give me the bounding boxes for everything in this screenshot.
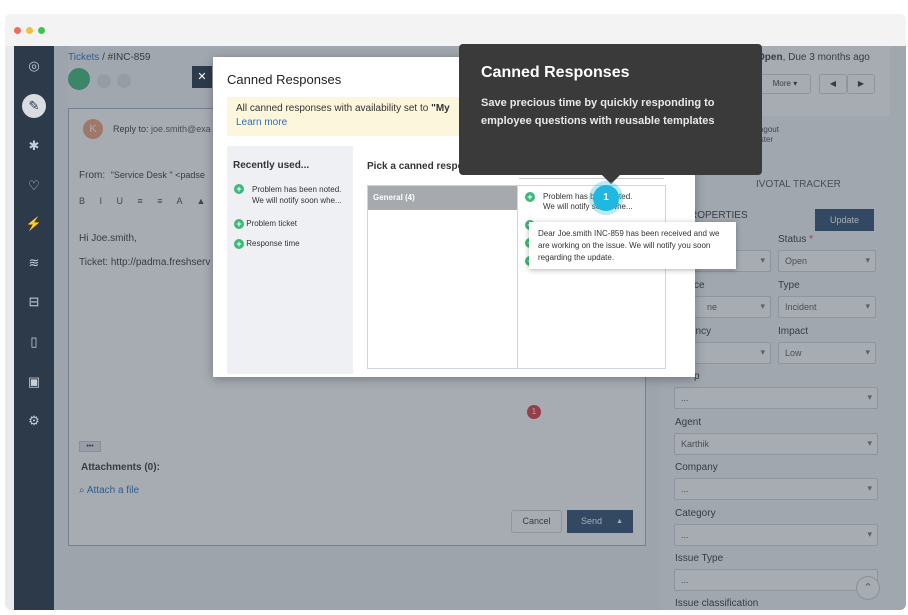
recent-item[interactable]: + Problem ticket [234,219,297,229]
close-dot[interactable] [14,27,21,34]
add-icon: + [525,192,535,202]
tickets-icon[interactable]: ✎ [22,94,46,118]
recently-used-heading: Recently used... [233,160,310,171]
tooltip-body: Save precious time by quickly responding… [481,97,715,127]
settings-icon[interactable]: ⚙ [24,411,44,431]
inbox-icon[interactable]: ⊟ [24,292,44,312]
recently-used-panel: Recently used... + Problem has been note… [227,146,353,374]
coachmark-tooltip: Canned Responses Save precious time by q… [459,44,762,184]
modal-title: Canned Responses [227,72,342,87]
response-preview-tooltip: Dear Joe.smith INC-859 has been received… [529,222,736,269]
title-bar [5,14,906,46]
response-item[interactable]: + Problem has been noted. We will notify … [525,192,633,211]
add-icon: + [234,219,244,229]
maximize-dot[interactable] [38,27,45,34]
add-icon: + [234,184,244,194]
reports-icon[interactable]: ▣ [24,372,44,392]
sidebar: ◎ ✎ ✱ ♡ ⚡ ≋ ⊟ ▯ ▣ ⚙ [14,46,54,610]
releases-icon[interactable]: ⚡ [24,214,44,234]
response-picker: General (4) + Problem has been noted. We … [367,185,736,369]
modal-close-button[interactable]: ✕ [192,66,212,88]
recent-item[interactable]: + Problem has been noted. We will notify … [234,184,352,205]
dashboard-icon[interactable]: ◎ [24,56,44,76]
solutions-icon[interactable]: ▯ [24,332,44,352]
problems-icon[interactable]: ✱ [24,136,44,156]
assets-icon[interactable]: ≋ [24,253,44,273]
add-icon: + [234,239,244,249]
recent-item[interactable]: + Response time [234,239,300,249]
changes-icon[interactable]: ♡ [24,176,44,196]
tooltip-title: Canned Responses [481,64,630,81]
minimize-dot[interactable] [26,27,33,34]
step-badge[interactable]: 1 [593,185,619,211]
app-window: ◎ ✎ ✱ ♡ ⚡ ≋ ⊟ ▯ ▣ ⚙ Tickets / #INC-859 K… [5,14,906,610]
folder-general[interactable]: General (4) [368,186,517,210]
